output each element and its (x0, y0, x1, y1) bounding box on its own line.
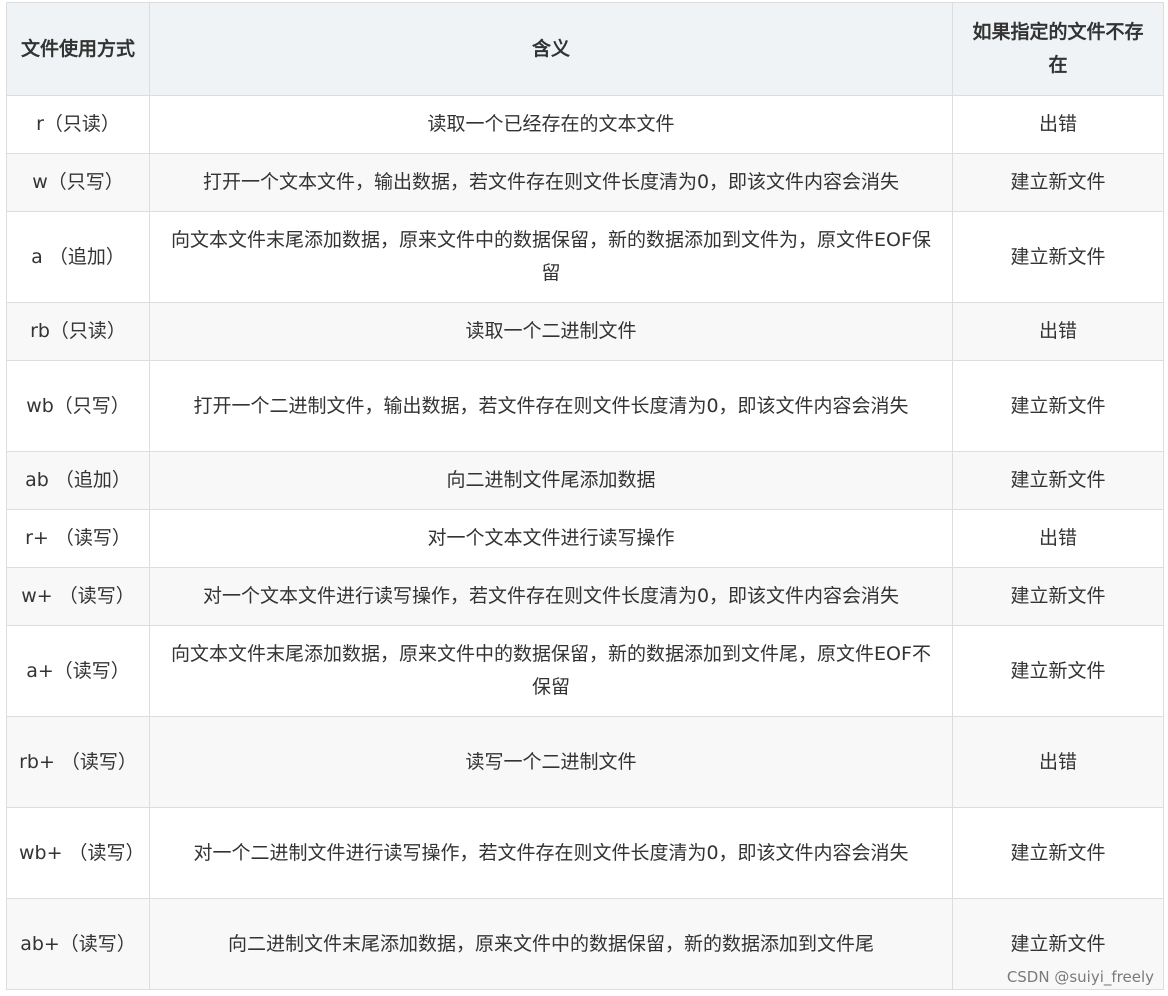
cell-mode: ab （追加） (6, 451, 150, 510)
cell-meaning: 向文本文件末尾添加数据，原来文件中的数据保留，新的数据添加到文件尾，原文件EOF… (149, 625, 953, 717)
table-row: ab+（读写） 向二进制文件末尾添加数据，原来文件中的数据保留，新的数据添加到文… (6, 898, 1164, 990)
cell-if-not-exist: 建立新文件 (952, 211, 1164, 303)
csdn-watermark: CSDN @suiyi_freely (1006, 968, 1154, 986)
header-mode: 文件使用方式 (6, 2, 150, 96)
cell-if-not-exist: 建立新文件 (952, 360, 1164, 452)
table-row: a （追加） 向文本文件末尾添加数据，原来文件中的数据保留，新的数据添加到文件为… (6, 211, 1164, 303)
cell-meaning: 读取一个二进制文件 (149, 302, 953, 361)
table-row: a+（读写） 向文本文件末尾添加数据，原来文件中的数据保留，新的数据添加到文件尾… (6, 625, 1164, 717)
cell-if-not-exist: 建立新文件 (952, 567, 1164, 626)
cell-mode: w+ （读写） (6, 567, 150, 626)
cell-if-not-exist: 建立新文件 (952, 153, 1164, 212)
cell-mode: rb（只读） (6, 302, 150, 361)
cell-if-not-exist: 建立新文件 (952, 807, 1164, 899)
cell-if-not-exist: 出错 (952, 302, 1164, 361)
table-row: rb（只读） 读取一个二进制文件 出错 (6, 302, 1164, 361)
table-row: r+ （读写） 对一个文本文件进行读写操作 出错 (6, 509, 1164, 568)
cell-meaning: 对一个文本文件进行读写操作 (149, 509, 953, 568)
cell-meaning: 打开一个二进制文件，输出数据，若文件存在则文件长度清为0，即该文件内容会消失 (149, 360, 953, 452)
cell-if-not-exist: 出错 (952, 95, 1164, 154)
cell-meaning: 读写一个二进制文件 (149, 716, 953, 808)
cell-meaning: 对一个二进制文件进行读写操作，若文件存在则文件长度清为0，即该文件内容会消失 (149, 807, 953, 899)
table-row: w+ （读写） 对一个文本文件进行读写操作，若文件存在则文件长度清为0，即该文件… (6, 567, 1164, 626)
header-meaning: 含义 (149, 2, 953, 96)
cell-if-not-exist: 出错 (952, 716, 1164, 808)
cell-mode: a （追加） (6, 211, 150, 303)
table-header-row: 文件使用方式 含义 如果指定的文件不存在 (6, 2, 1164, 96)
cell-meaning: 向二进制文件尾添加数据 (149, 451, 953, 510)
table-row: wb+ （读写） 对一个二进制文件进行读写操作，若文件存在则文件长度清为0，即该… (6, 807, 1164, 899)
header-if-not-exist: 如果指定的文件不存在 (952, 2, 1164, 96)
cell-mode: r+ （读写） (6, 509, 150, 568)
cell-mode: r（只读） (6, 95, 150, 154)
cell-mode: w（只写） (6, 153, 150, 212)
table-row: wb（只写） 打开一个二进制文件，输出数据，若文件存在则文件长度清为0，即该文件… (6, 360, 1164, 452)
cell-meaning: 对一个文本文件进行读写操作，若文件存在则文件长度清为0，即该文件内容会消失 (149, 567, 953, 626)
table-row: w（只写） 打开一个文本文件，输出数据，若文件存在则文件长度清为0，即该文件内容… (6, 153, 1164, 212)
table-row: ab （追加） 向二进制文件尾添加数据 建立新文件 (6, 451, 1164, 510)
cell-mode: a+（读写） (6, 625, 150, 717)
cell-meaning: 向文本文件末尾添加数据，原来文件中的数据保留，新的数据添加到文件为，原文件EOF… (149, 211, 953, 303)
cell-if-not-exist: 出错 (952, 509, 1164, 568)
cell-mode: ab+（读写） (6, 898, 150, 990)
cell-meaning: 读取一个已经存在的文本文件 (149, 95, 953, 154)
table-row: rb+ （读写） 读写一个二进制文件 出错 (6, 716, 1164, 808)
cell-mode: wb+ （读写） (6, 807, 150, 899)
cell-meaning: 打开一个文本文件，输出数据，若文件存在则文件长度清为0，即该文件内容会消失 (149, 153, 953, 212)
cell-if-not-exist: 建立新文件 (952, 451, 1164, 510)
file-mode-table: 文件使用方式 含义 如果指定的文件不存在 r（只读） 读取一个已经存在的文本文件… (6, 2, 1164, 990)
cell-mode: rb+ （读写） (6, 716, 150, 808)
cell-meaning: 向二进制文件末尾添加数据，原来文件中的数据保留，新的数据添加到文件尾 (149, 898, 953, 990)
table-row: r（只读） 读取一个已经存在的文本文件 出错 (6, 95, 1164, 154)
cell-mode: wb（只写） (6, 360, 150, 452)
cell-if-not-exist: 建立新文件 (952, 625, 1164, 717)
